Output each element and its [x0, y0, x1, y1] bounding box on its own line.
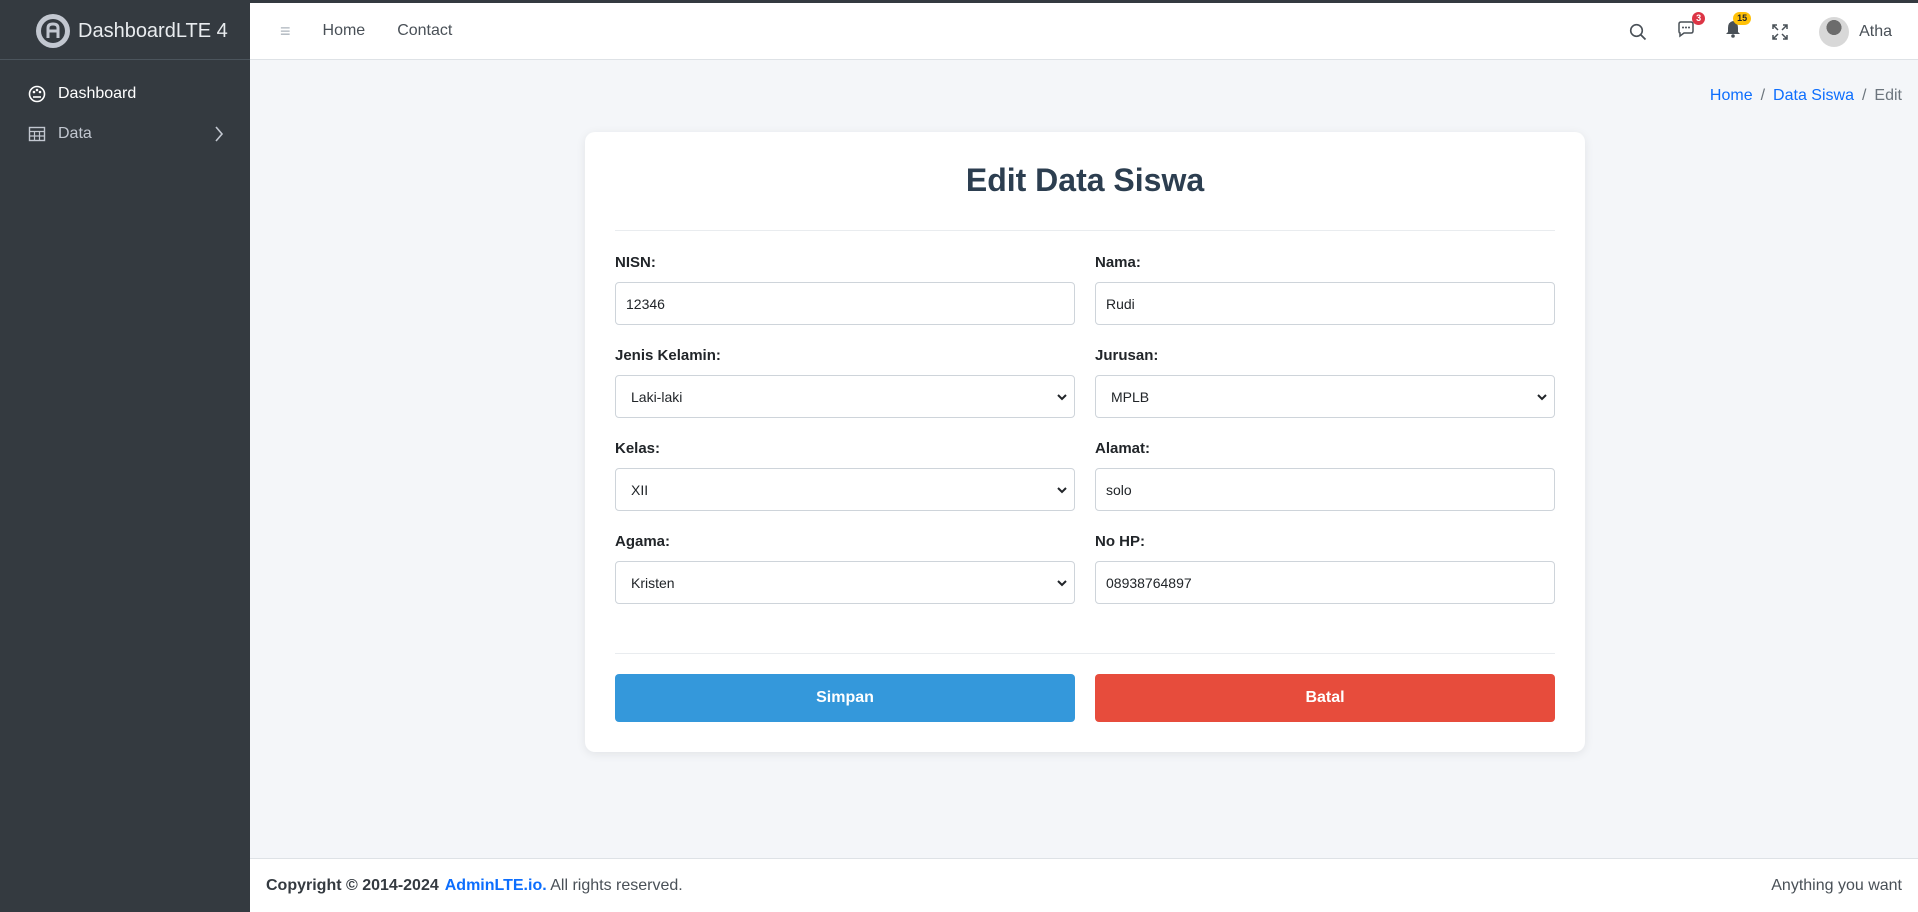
sidebar-item-label: Data — [58, 125, 92, 142]
select-value: Kristen — [631, 574, 675, 591]
agama-label: Agama: — [615, 533, 671, 550]
messages-badge: 3 — [1692, 12, 1706, 25]
menu-toggle-icon[interactable]: ≡ — [280, 21, 291, 42]
chevron-down-icon — [1056, 390, 1068, 406]
top-navbar: ≡ Home Contact 3 15 Atha — [250, 3, 1918, 60]
breadcrumb-data-siswa[interactable]: Data Siswa — [1773, 87, 1854, 105]
breadcrumb-current: Edit — [1874, 87, 1902, 104]
chevron-down-icon — [1056, 576, 1068, 592]
chevron-right-icon — [214, 126, 224, 147]
breadcrumb-home[interactable]: Home — [1710, 87, 1753, 105]
page-title: Edit Data Siswa — [965, 162, 1205, 198]
footer-link[interactable]: AdminLTE.io. — [445, 877, 547, 894]
alamat-label: Alamat: — [1095, 440, 1151, 457]
jurusan-field-group: Jurusan: MPLB — [1095, 347, 1555, 418]
palette-icon — [28, 85, 46, 103]
chevron-down-icon — [1056, 483, 1068, 499]
divider — [615, 230, 1555, 231]
no-hp-field-group: No HP: 08938764897 — [1095, 533, 1555, 604]
chat-icon — [1677, 20, 1695, 43]
alamat-field-group: Alamat: solo — [1095, 440, 1555, 511]
nama-label: Nama: — [1095, 254, 1141, 271]
messages-button[interactable]: 3 — [1677, 12, 1706, 43]
avatar — [1819, 16, 1850, 47]
brand-name: DashboardLTE 4 — [78, 19, 228, 42]
select-value: MPLB — [1111, 388, 1150, 405]
nisn-field-group: NISN: 12346 — [615, 254, 1075, 325]
agama-select[interactable]: Kristen — [615, 561, 1075, 604]
copyright-text: Copyright © 2014-2024 — [266, 876, 439, 894]
kelas-label: Kelas: — [615, 440, 661, 457]
breadcrumb: Home / Data Siswa / Edit — [1710, 87, 1902, 105]
breadcrumb-separator: / — [1760, 87, 1766, 104]
nama-field-group: Nama: Rudi — [1095, 254, 1555, 325]
sidebar-item-data[interactable]: Data — [0, 114, 250, 154]
brand[interactable]: DashboardLTE 4 — [0, 3, 250, 60]
user-name: Atha — [1859, 22, 1892, 40]
sidebar-item-dashboard[interactable]: Dashboard — [0, 74, 250, 114]
navbar-right: 3 15 Atha — [1629, 3, 1918, 60]
nav-link-home[interactable]: Home — [323, 22, 366, 40]
table-icon — [28, 125, 46, 143]
sidebar-nav: Dashboard Data — [0, 60, 250, 154]
nav-link-contact[interactable]: Contact — [397, 22, 452, 40]
select-value: XII — [631, 481, 649, 498]
save-button[interactable]: Simpan — [615, 674, 1075, 722]
agama-field-group: Agama: Kristen — [615, 533, 1075, 604]
no-hp-label: No HP: — [1095, 533, 1145, 550]
sidebar: DashboardLTE 4 Dashboard Data — [0, 3, 250, 912]
cancel-button[interactable]: Batal — [1095, 674, 1555, 722]
notifications-badge: 15 — [1733, 12, 1752, 25]
fullscreen-icon[interactable] — [1771, 23, 1789, 41]
breadcrumb-separator: / — [1861, 87, 1867, 104]
no-hp-input[interactable]: 08938764897 — [1095, 561, 1555, 604]
notifications-button[interactable]: 15 — [1725, 12, 1752, 43]
brand-logo-icon — [36, 14, 70, 48]
jenis-kelamin-label: Jenis Kelamin: — [615, 347, 721, 364]
sidebar-item-label: Dashboard — [58, 85, 137, 102]
footer-right-text: Anything you want — [1771, 876, 1902, 894]
jurusan-label: Jurusan: — [1095, 347, 1159, 364]
jurusan-select[interactable]: MPLB — [1095, 375, 1555, 418]
divider — [615, 653, 1555, 654]
edit-form-card: Edit Data Siswa NISN: 12346 Nama: Rudi J… — [585, 132, 1585, 752]
nama-input[interactable]: Rudi — [1095, 282, 1555, 325]
kelas-field-group: Kelas: XII — [615, 440, 1075, 511]
search-icon[interactable] — [1629, 23, 1647, 41]
select-value: Laki-laki — [631, 388, 683, 405]
user-menu[interactable]: Atha — [1819, 16, 1892, 47]
nisn-label: NISN: — [615, 254, 656, 271]
alamat-input[interactable]: solo — [1095, 468, 1555, 511]
kelas-select[interactable]: XII — [615, 468, 1075, 511]
rights-text: All rights reserved. — [546, 876, 683, 894]
chevron-down-icon — [1536, 390, 1548, 406]
footer-copyright: Copyright © 2014-2024 AdminLTE.io. All ri… — [266, 877, 683, 895]
nisn-input[interactable]: 12346 — [615, 282, 1075, 325]
jenis-kelamin-select[interactable]: Laki-laki — [615, 375, 1075, 418]
jenis-kelamin-field-group: Jenis Kelamin: Laki-laki — [615, 347, 1075, 418]
footer: Copyright © 2014-2024 AdminLTE.io. All ri… — [250, 858, 1918, 912]
